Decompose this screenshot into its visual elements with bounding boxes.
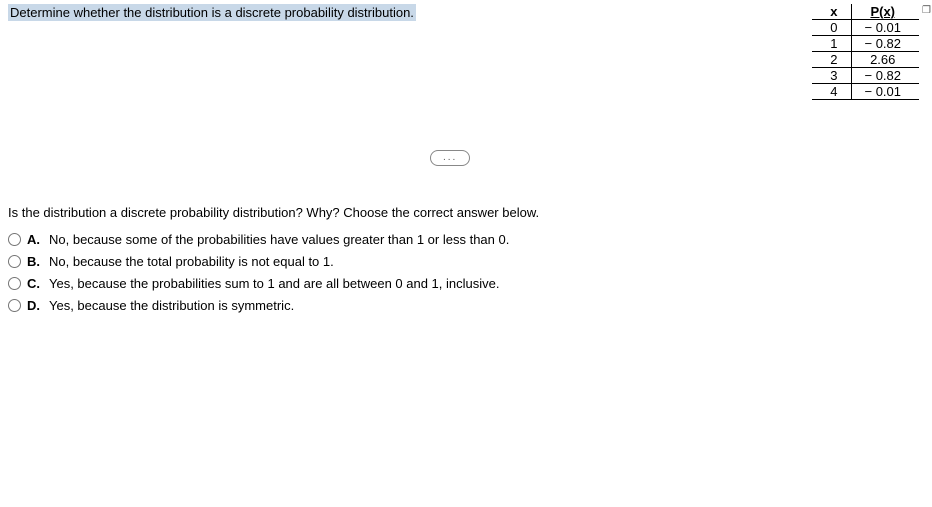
header-px: P(x)	[852, 4, 919, 20]
top-row: Determine whether the distribution is a …	[8, 4, 924, 100]
sub-question: Is the distribution a discrete probabili…	[8, 205, 539, 220]
cell-x: 4	[812, 84, 852, 100]
option-text: No, because the total probability is not…	[49, 254, 334, 269]
ellipsis-pill[interactable]: ...	[430, 150, 470, 166]
question-title: Determine whether the distribution is a …	[8, 4, 416, 21]
option-text: Yes, because the distribution is symmetr…	[49, 298, 294, 313]
table-row: 0 − 0.01	[812, 20, 919, 36]
option-letter: A.	[27, 232, 43, 247]
options-group: A. No, because some of the probabilities…	[8, 232, 509, 320]
cell-x: 0	[812, 20, 852, 36]
option-d[interactable]: D. Yes, because the distribution is symm…	[8, 298, 509, 313]
popup-icon[interactable]: ❐	[922, 5, 932, 15]
cell-px: − 0.82	[852, 68, 919, 84]
option-c[interactable]: C. Yes, because the probabilities sum to…	[8, 276, 509, 291]
radio-b[interactable]	[8, 255, 21, 268]
table-row: 4 − 0.01	[812, 84, 919, 100]
option-text: Yes, because the probabilities sum to 1 …	[49, 276, 499, 291]
table-wrapper: ❐ x P(x) 0 − 0.01 1 − 0.82 2 2.66 3 − 0.…	[812, 4, 924, 100]
table-header-row: x P(x)	[812, 4, 919, 20]
cell-px: − 0.82	[852, 36, 919, 52]
cell-x: 3	[812, 68, 852, 84]
header-x: x	[812, 4, 852, 20]
table-row: 1 − 0.82	[812, 36, 919, 52]
radio-d[interactable]	[8, 299, 21, 312]
table-row: 3 − 0.82	[812, 68, 919, 84]
cell-x: 2	[812, 52, 852, 68]
option-text: No, because some of the probabilities ha…	[49, 232, 509, 247]
option-letter: C.	[27, 276, 43, 291]
probability-table: x P(x) 0 − 0.01 1 − 0.82 2 2.66 3 − 0.82…	[812, 4, 919, 100]
cell-x: 1	[812, 36, 852, 52]
option-a[interactable]: A. No, because some of the probabilities…	[8, 232, 509, 247]
radio-c[interactable]	[8, 277, 21, 290]
cell-px: − 0.01	[852, 84, 919, 100]
cell-px: − 0.01	[852, 20, 919, 36]
option-b[interactable]: B. No, because the total probability is …	[8, 254, 509, 269]
table-row: 2 2.66	[812, 52, 919, 68]
option-letter: D.	[27, 298, 43, 313]
radio-a[interactable]	[8, 233, 21, 246]
option-letter: B.	[27, 254, 43, 269]
cell-px: 2.66	[852, 52, 919, 68]
